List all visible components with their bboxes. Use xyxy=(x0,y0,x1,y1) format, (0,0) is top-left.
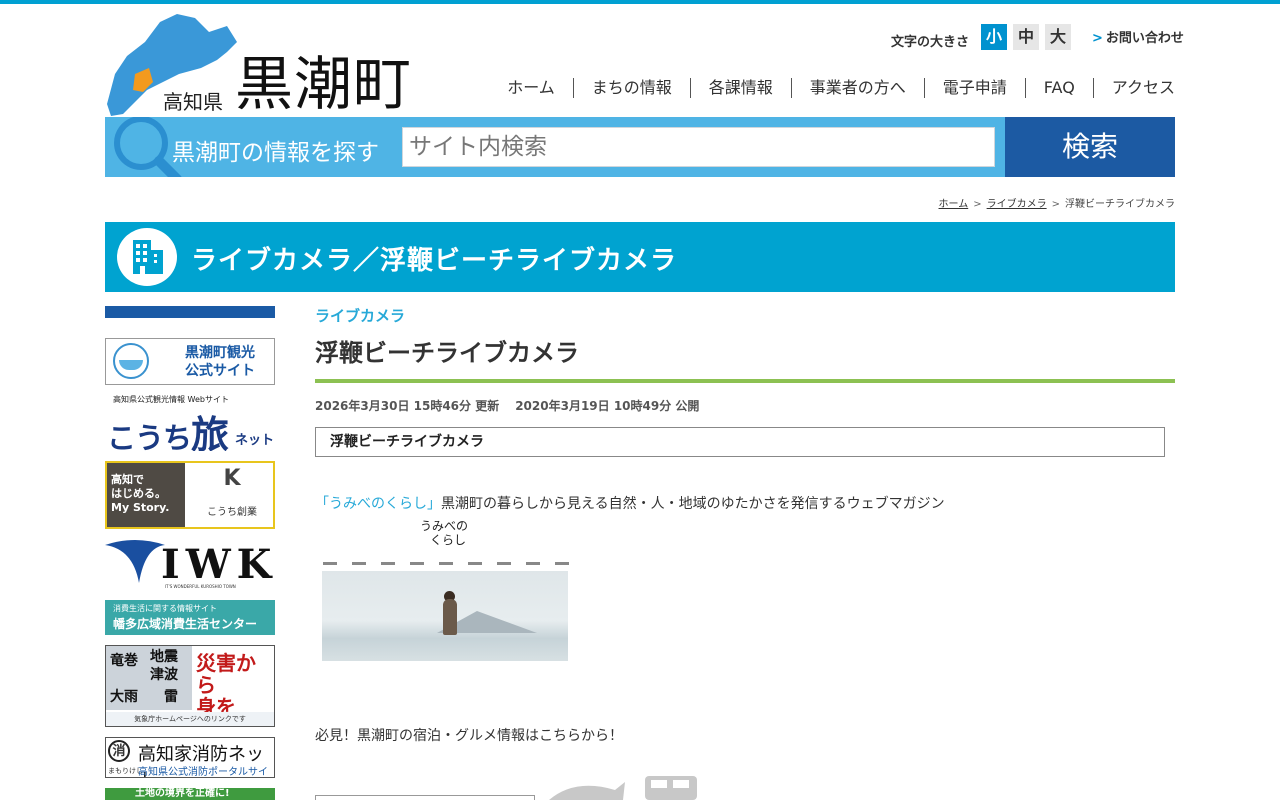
prefecture-label: 高知県 xyxy=(163,90,223,114)
font-size-large-button[interactable]: 大 xyxy=(1045,24,1072,50)
top-accent-bar xyxy=(0,0,1280,4)
gourmet-paragraph: 必見！黒潮町の宿泊・グルメ情報はこちらから！ xyxy=(315,728,623,744)
nav-departments[interactable]: 各課情報 xyxy=(689,78,791,98)
wave-icon xyxy=(105,540,165,583)
thumbnail-nav xyxy=(323,562,569,566)
banner-kochi-fire-net[interactable]: 消 まもりけし 高知家消防ネット 高知県公式消防ポータルサイト xyxy=(105,737,275,778)
category-label: ライブカメラ xyxy=(315,307,406,325)
town-name: 黒潮町 xyxy=(235,50,413,118)
font-size-medium-button[interactable]: 中 xyxy=(1013,24,1040,50)
nav-access[interactable]: アクセス xyxy=(1092,78,1175,98)
breadcrumb-separator: > xyxy=(1051,199,1060,210)
chevron-right-icon: > xyxy=(1092,31,1103,46)
breadcrumb-current: 浮鞭ビーチライブカメラ xyxy=(1065,199,1175,210)
lodging-banner[interactable] xyxy=(315,795,535,800)
banner-iwk[interactable]: IWK IT'S WONDERFUL KUROSHIO TOWN xyxy=(105,537,275,592)
beach-photo xyxy=(322,571,568,661)
updated-date: 2026年3月30日 15時46分 更新 xyxy=(315,399,500,413)
nav-home[interactable]: ホーム xyxy=(489,78,573,98)
breadcrumb-home[interactable]: ホーム xyxy=(939,199,969,210)
page-title: 浮鞭ビーチライブカメラ xyxy=(315,339,579,367)
page-title-banner-text: ライブカメラ／浮鞭ビーチライブカメラ xyxy=(191,246,678,276)
banner-kochi-startup-village[interactable]: 高知で はじめる。 My Story. K こうち創業 xyxy=(105,461,275,529)
kuroshio-emblem-icon xyxy=(113,343,149,379)
nav-business[interactable]: 事業者の方へ xyxy=(790,78,924,98)
umibe-paragraph: 「うみべのくらし」黒潮町の暮らしから見える自然・人・地域のゆたかさを発信するウェ… xyxy=(315,496,945,512)
font-size-label: 文字の大きさ xyxy=(891,34,970,50)
search-title: 黒潮町の情報を探す xyxy=(172,140,379,166)
building-icon xyxy=(133,240,163,274)
font-size-switcher: 文字の大きさ 小 中 大 xyxy=(891,24,1072,50)
banner-consumer-center[interactable]: 消費生活に関する情報サイト 幡多広域消費生活センター xyxy=(105,600,275,635)
banner-icon-circle xyxy=(117,228,177,286)
site-logo[interactable]: 高知県 黒潮町 xyxy=(105,12,415,118)
banner-land-boundary[interactable]: 土地の境界を正確に! xyxy=(105,788,275,800)
font-size-small-button[interactable]: 小 xyxy=(981,24,1008,50)
banner-kochi-tabi-net[interactable]: 高知県公式観光情報 Webサイト こうち旅 ネット xyxy=(105,393,275,451)
breadcrumb: ホーム > ライブカメラ > 浮鞭ビーチライブカメラ xyxy=(939,195,1175,210)
fish-bed-icons xyxy=(549,776,697,800)
sidebar-top-bar xyxy=(105,306,275,318)
umibe-link[interactable]: 「うみべのくらし」 xyxy=(315,496,441,512)
startup-photo: 高知で はじめる。 My Story. xyxy=(107,463,185,527)
banner-kuroshio-tourism[interactable]: 黒潮町観光 公式サイト xyxy=(105,338,275,385)
contact-link[interactable]: > お問い合わせ xyxy=(1092,27,1184,46)
banner-disaster-jma[interactable]: 竜巻 地震 津波 大雨 雷 災害から身を守ろう 気象庁ホームページへのリンクです xyxy=(105,645,275,727)
nav-e-application[interactable]: 電子申請 xyxy=(923,78,1025,98)
nav-faq[interactable]: FAQ xyxy=(1024,78,1093,98)
search-input[interactable] xyxy=(402,127,995,167)
fire-mark-icon: 消 xyxy=(108,740,130,762)
title-underline xyxy=(315,379,1175,383)
umibe-logo: うみべの くらし xyxy=(420,519,469,547)
published-date: 2020年3月19日 10時49分 公開 xyxy=(515,399,700,413)
breadcrumb-separator: > xyxy=(973,199,982,210)
startup-k-icon: K xyxy=(223,466,241,491)
nav-town-info[interactable]: まちの情報 xyxy=(572,78,690,98)
global-nav: ホーム まちの情報 各課情報 事業者の方へ 電子申請 FAQ アクセス xyxy=(489,78,1175,98)
breadcrumb-livecamera[interactable]: ライブカメラ xyxy=(987,199,1047,210)
umibe-thumbnail[interactable]: うみべの くらし xyxy=(315,515,573,667)
search-bar: 黒潮町の情報を探す 検索 xyxy=(105,117,1175,177)
search-button[interactable]: 検索 xyxy=(1005,117,1175,177)
date-info: 2026年3月30日 15時46分 更新 2020年3月19日 10時49分 公開 xyxy=(315,397,699,414)
section-heading: 浮鞭ビーチライブカメラ xyxy=(315,427,1165,457)
page-title-banner: ライブカメラ／浮鞭ビーチライブカメラ xyxy=(105,222,1175,292)
